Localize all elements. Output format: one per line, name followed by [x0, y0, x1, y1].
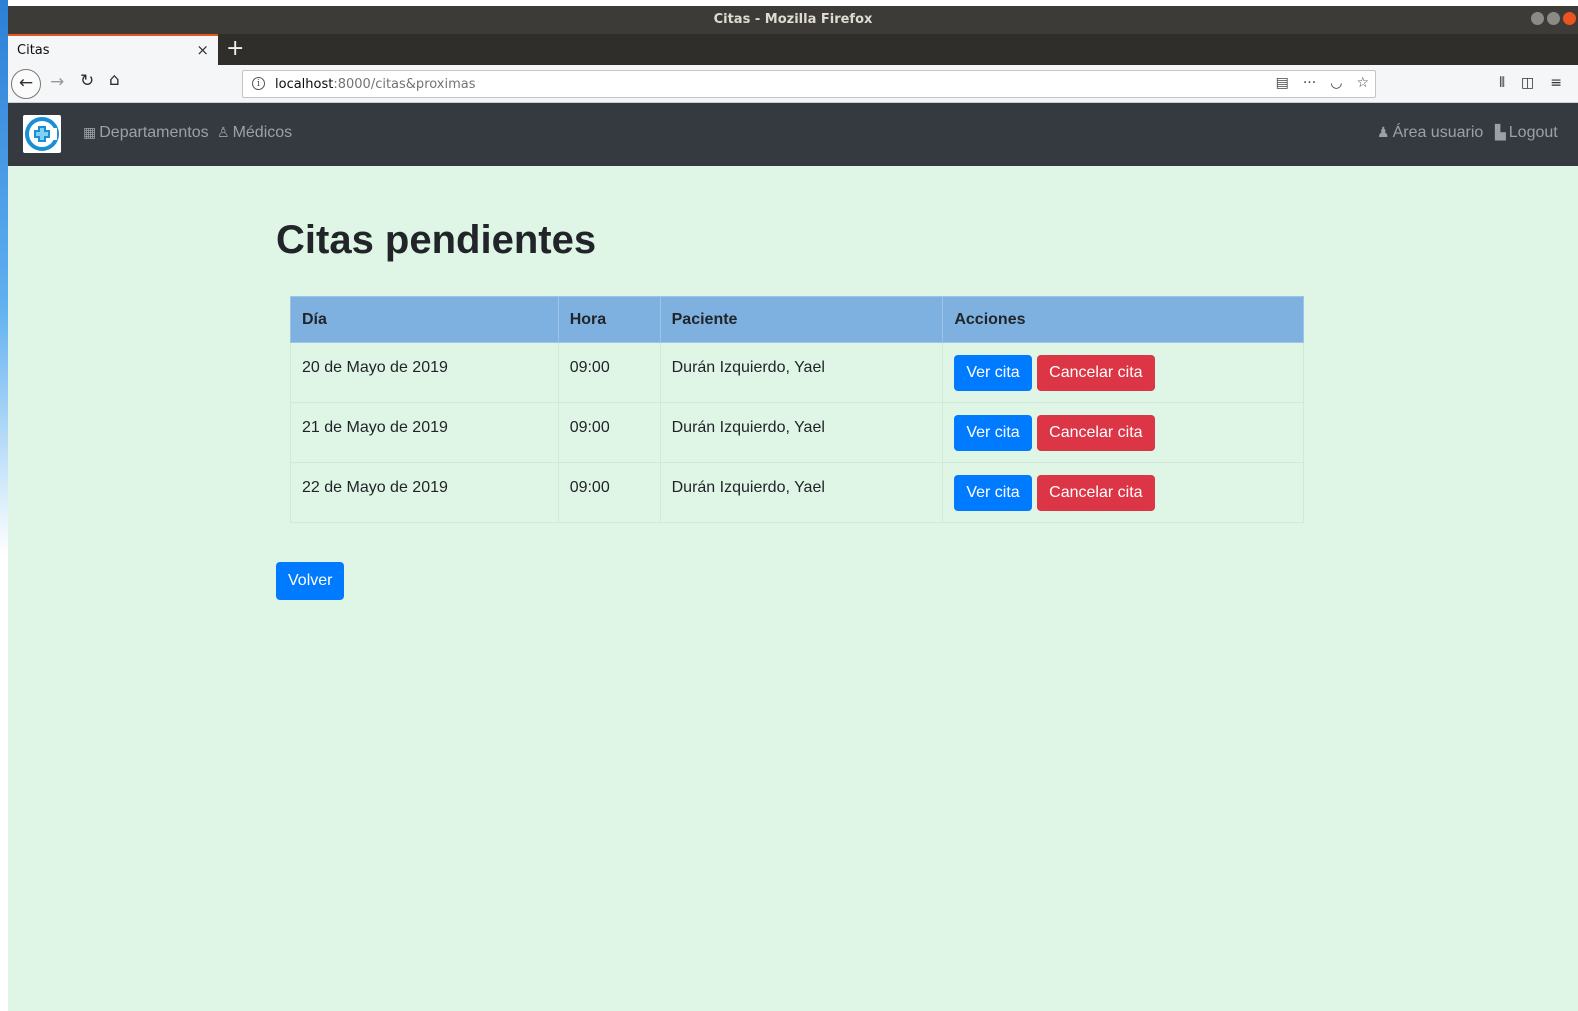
- cell-acciones: Ver cita Cancelar cita: [942, 462, 1304, 523]
- cancelar-cita-button[interactable]: Cancelar cita: [1037, 415, 1155, 451]
- close-window-icon[interactable]: [1563, 12, 1576, 25]
- window-titlebar: Citas - Mozilla Firefox: [8, 6, 1578, 34]
- browser-toolbar: ← → ↻ ⌂ i localhost:8000/citas&proximas …: [8, 65, 1578, 103]
- citas-table: Día Hora Paciente Acciones 20 de Mayo de…: [290, 296, 1304, 523]
- nav-departamentos[interactable]: ▦ Departamentos: [83, 124, 209, 142]
- nav-area-usuario[interactable]: ♟ Área usuario: [1377, 124, 1483, 142]
- cell-dia: 20 de Mayo de 2019: [290, 342, 559, 403]
- nav-logout-label: Logout: [1508, 124, 1558, 141]
- cell-paciente: Durán Izquierdo, Yael: [659, 462, 944, 523]
- table-row: 21 de Mayo de 2019 09:00 Durán Izquierdo…: [290, 402, 1304, 463]
- table-header-row: Día Hora Paciente Acciones: [290, 296, 1304, 343]
- reader-view-icon[interactable]: ▤: [1276, 75, 1289, 91]
- url-bar[interactable]: i localhost:8000/citas&proximas ▤ ··· ◡ ☆: [242, 70, 1376, 98]
- user-icon: ♟: [1377, 124, 1390, 140]
- cell-paciente: Durán Izquierdo, Yael: [659, 402, 944, 463]
- ver-cita-button[interactable]: Ver cita: [954, 415, 1032, 451]
- window-controls: [1528, 12, 1576, 29]
- cell-dia: 22 de Mayo de 2019: [290, 462, 559, 523]
- page-title: Citas pendientes: [276, 218, 597, 262]
- nav-medicos-label: Médicos: [232, 124, 293, 141]
- nav-departamentos-label: Departamentos: [99, 124, 209, 141]
- ver-cita-button[interactable]: Ver cita: [954, 355, 1032, 391]
- url-actions: ▤ ··· ◡ ☆: [1262, 75, 1369, 91]
- cell-dia: 21 de Mayo de 2019: [290, 402, 559, 463]
- library-icon[interactable]: ⫴: [1499, 75, 1505, 91]
- tab-strip: Citas × +: [8, 34, 1578, 65]
- maximize-icon[interactable]: [1547, 12, 1560, 25]
- header-acciones: Acciones: [942, 296, 1304, 343]
- page-actions-icon[interactable]: ···: [1303, 75, 1316, 91]
- header-hora: Hora: [557, 296, 661, 343]
- user-md-icon: ♙: [217, 124, 230, 140]
- sidebar-icon[interactable]: ◫: [1521, 75, 1534, 91]
- minimize-icon[interactable]: [1531, 12, 1544, 25]
- nav-logout[interactable]: ▙ Logout: [1495, 124, 1558, 142]
- url-path: :8000/citas&proximas: [333, 77, 476, 92]
- browser-window: Citas - Mozilla Firefox Citas × + ← → ↻ …: [8, 6, 1578, 1011]
- ver-cita-button[interactable]: Ver cita: [954, 475, 1032, 511]
- header-dia: Día: [290, 296, 559, 343]
- bookmark-star-icon[interactable]: ☆: [1356, 75, 1369, 91]
- new-tab-button[interactable]: +: [226, 36, 244, 61]
- table-row: 22 de Mayo de 2019 09:00 Durán Izquierdo…: [290, 462, 1304, 523]
- cell-paciente: Durán Izquierdo, Yael: [659, 342, 944, 403]
- desktop-background: [0, 0, 8, 1011]
- pocket-icon[interactable]: ◡: [1330, 75, 1342, 91]
- tab-title: Citas: [17, 43, 50, 58]
- reload-icon[interactable]: ↻: [80, 71, 94, 91]
- cell-hora: 09:00: [557, 402, 661, 463]
- window-title: Citas - Mozilla Firefox: [713, 12, 873, 27]
- back-icon[interactable]: ←: [11, 69, 41, 99]
- door-exit-icon: ▙: [1495, 124, 1506, 140]
- url-host: localhost: [275, 77, 334, 92]
- site-navbar: ▦ Departamentos ♙ Médicos ♟ Área usuario ▙ L…: [8, 103, 1578, 166]
- cell-hora: 09:00: [557, 462, 661, 523]
- site-info-icon[interactable]: i: [252, 77, 265, 90]
- nav-area-usuario-label: Área usuario: [1392, 124, 1484, 141]
- nav-medicos[interactable]: ♙ Médicos: [217, 124, 292, 142]
- url-text[interactable]: localhost:8000/citas&proximas: [275, 77, 476, 92]
- brand-logo[interactable]: [23, 115, 61, 153]
- cancelar-cita-button[interactable]: Cancelar cita: [1037, 475, 1155, 511]
- menu-icon[interactable]: ≡: [1550, 75, 1562, 91]
- cell-hora: 09:00: [557, 342, 661, 403]
- table-row: 20 de Mayo de 2019 09:00 Durán Izquierdo…: [290, 342, 1304, 403]
- medical-cross-logo-icon: [25, 117, 59, 151]
- toolbar-right: ⫴ ◫ ≡: [1499, 75, 1578, 91]
- volver-button[interactable]: Volver: [276, 562, 345, 600]
- cancelar-cita-button[interactable]: Cancelar cita: [1037, 355, 1155, 391]
- tab-close-icon[interactable]: ×: [196, 41, 209, 59]
- tab-citas[interactable]: Citas ×: [8, 34, 218, 65]
- forward-icon[interactable]: →: [50, 72, 64, 92]
- cell-acciones: Ver cita Cancelar cita: [942, 402, 1304, 463]
- building-icon: ▦: [83, 124, 97, 140]
- home-icon[interactable]: ⌂: [109, 70, 120, 90]
- cell-acciones: Ver cita Cancelar cita: [942, 342, 1304, 403]
- header-paciente: Paciente: [659, 296, 944, 343]
